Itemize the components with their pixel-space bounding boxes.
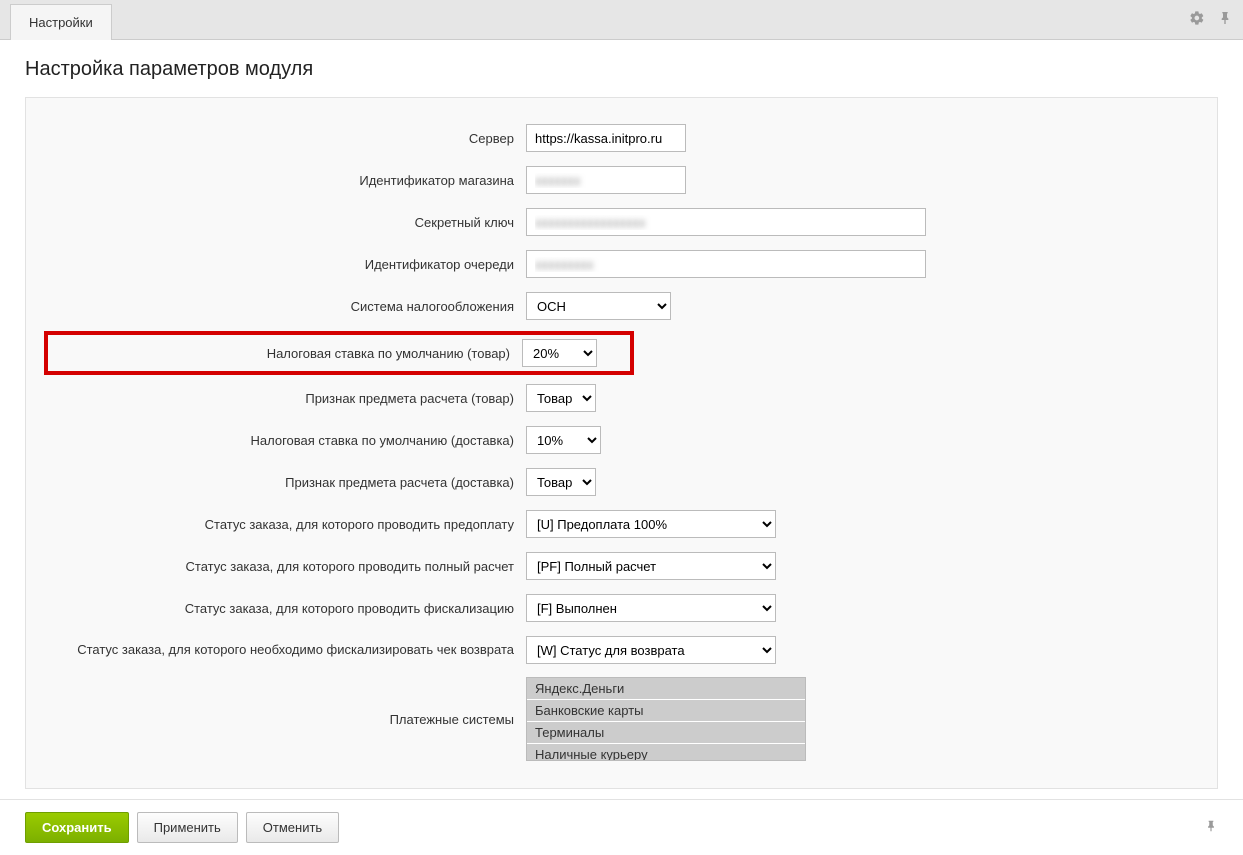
top-icons bbox=[1189, 10, 1233, 29]
top-bar: Настройки bbox=[0, 0, 1243, 40]
save-button[interactable]: Сохранить bbox=[25, 812, 129, 843]
form-panel: Сервер Идентификатор магазина Секретный … bbox=[25, 97, 1218, 789]
payment-option[interactable]: Наличные курьеру bbox=[527, 744, 805, 761]
cancel-button[interactable]: Отменить bbox=[246, 812, 339, 843]
row-status-fiscal: Статус заказа, для которого проводить фи… bbox=[46, 593, 1197, 623]
row-secret-key: Секретный ключ bbox=[46, 207, 1197, 237]
row-queue-id: Идентификатор очереди bbox=[46, 249, 1197, 279]
label-status-prepay: Статус заказа, для которого проводить пр… bbox=[46, 517, 526, 532]
select-default-tax-goods[interactable]: 20% bbox=[522, 339, 597, 367]
label-item-subject-goods: Признак предмета расчета (товар) bbox=[46, 391, 526, 406]
row-payment-systems: Платежные системы Яндекс.Деньги Банковск… bbox=[46, 677, 1197, 761]
select-item-subject-delivery[interactable]: Товар bbox=[526, 468, 596, 496]
select-item-subject-goods[interactable]: Товар bbox=[526, 384, 596, 412]
row-tax-system: Система налогообложения ОСН bbox=[46, 291, 1197, 321]
row-status-prepay: Статус заказа, для которого проводить пр… bbox=[46, 509, 1197, 539]
row-server: Сервер bbox=[46, 123, 1197, 153]
select-status-fiscal[interactable]: [F] Выполнен bbox=[526, 594, 776, 622]
payment-option[interactable]: Банковские карты bbox=[527, 700, 805, 722]
select-status-prepay[interactable]: [U] Предоплата 100% bbox=[526, 510, 776, 538]
label-payment-systems: Платежные системы bbox=[46, 677, 526, 727]
label-status-refund: Статус заказа, для которого необходимо ф… bbox=[46, 642, 526, 659]
select-status-full-pay[interactable]: [PF] Полный расчет bbox=[526, 552, 776, 580]
pin-icon[interactable] bbox=[1217, 10, 1233, 29]
label-shop-id: Идентификатор магазина bbox=[46, 173, 526, 188]
gear-icon[interactable] bbox=[1189, 10, 1205, 29]
input-queue-id[interactable] bbox=[526, 250, 926, 278]
select-status-refund[interactable]: [W] Статус для возврата bbox=[526, 636, 776, 664]
tab-settings[interactable]: Настройки bbox=[10, 4, 112, 40]
label-server: Сервер bbox=[46, 131, 526, 146]
row-item-subject-delivery: Признак предмета расчета (доставка) Това… bbox=[46, 467, 1197, 497]
row-status-refund: Статус заказа, для которого необходимо ф… bbox=[46, 635, 1197, 665]
page-title: Настройка параметров модуля bbox=[0, 40, 1243, 97]
label-status-fiscal: Статус заказа, для которого проводить фи… bbox=[46, 601, 526, 616]
label-default-tax-delivery: Налоговая ставка по умолчанию (доставка) bbox=[46, 433, 526, 448]
row-default-tax-goods: Налоговая ставка по умолчанию (товар) 20… bbox=[44, 331, 634, 375]
footer-pin-icon[interactable] bbox=[1204, 819, 1218, 836]
multiselect-payment-systems[interactable]: Яндекс.Деньги Банковские карты Терминалы… bbox=[526, 677, 806, 761]
payment-option[interactable]: Терминалы bbox=[527, 722, 805, 744]
payment-option[interactable]: Яндекс.Деньги bbox=[527, 678, 805, 700]
label-status-full-pay: Статус заказа, для которого проводить по… bbox=[46, 559, 526, 574]
input-secret-key[interactable] bbox=[526, 208, 926, 236]
apply-button[interactable]: Применить bbox=[137, 812, 238, 843]
select-tax-system[interactable]: ОСН bbox=[526, 292, 671, 320]
label-default-tax-goods: Налоговая ставка по умолчанию (товар) bbox=[48, 346, 522, 361]
label-queue-id: Идентификатор очереди bbox=[46, 257, 526, 272]
input-shop-id[interactable] bbox=[526, 166, 686, 194]
row-shop-id: Идентификатор магазина bbox=[46, 165, 1197, 195]
row-default-tax-delivery: Налоговая ставка по умолчанию (доставка)… bbox=[46, 425, 1197, 455]
row-item-subject-goods: Признак предмета расчета (товар) Товар bbox=[46, 383, 1197, 413]
footer-bar: Сохранить Применить Отменить bbox=[0, 799, 1243, 855]
row-status-full-pay: Статус заказа, для которого проводить по… bbox=[46, 551, 1197, 581]
label-secret-key: Секретный ключ bbox=[46, 215, 526, 230]
label-item-subject-delivery: Признак предмета расчета (доставка) bbox=[46, 475, 526, 490]
select-default-tax-delivery[interactable]: 10% bbox=[526, 426, 601, 454]
label-tax-system: Система налогообложения bbox=[46, 299, 526, 314]
input-server[interactable] bbox=[526, 124, 686, 152]
